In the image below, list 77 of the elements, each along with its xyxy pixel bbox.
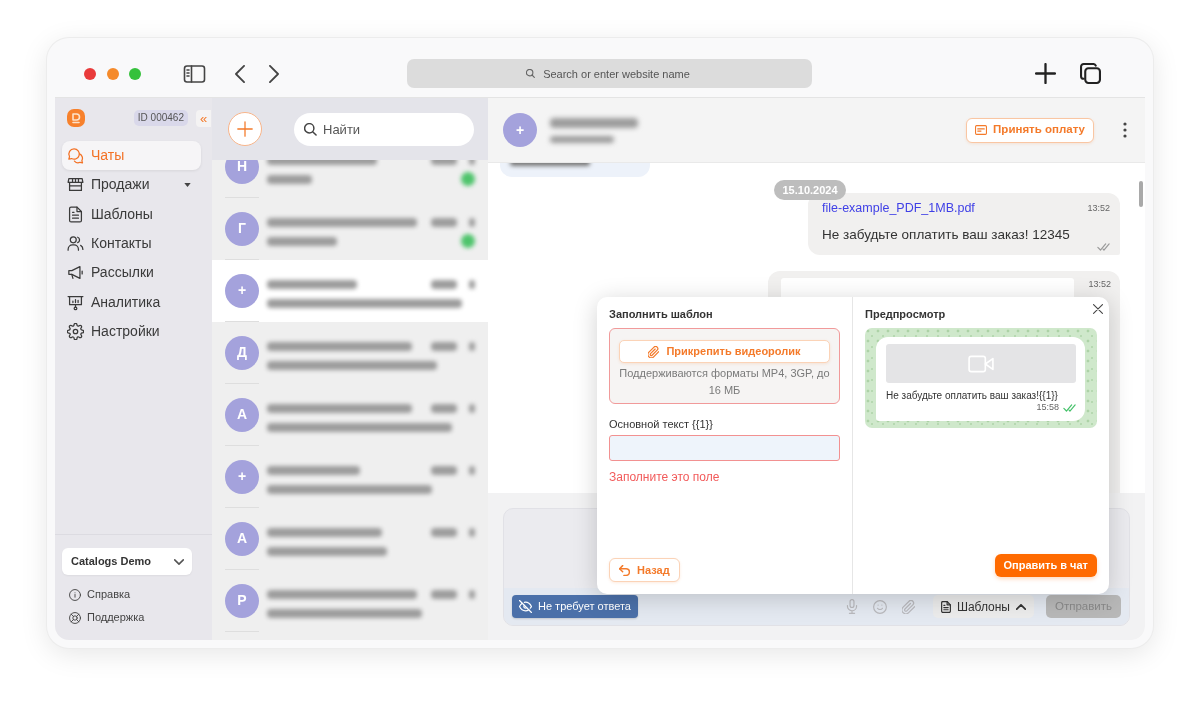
account-id-label: ID 000462 (133, 110, 188, 126)
avatar: Р (225, 583, 259, 618)
sidebar-item[interactable]: Аналитика (62, 287, 201, 317)
info-icon (69, 588, 81, 601)
text-input[interactable] (609, 435, 840, 461)
chat-list-item[interactable]: + (212, 260, 488, 322)
chat-bubbles-icon (67, 147, 84, 165)
attach-video-button[interactable]: Прикрепить видеоролик (619, 340, 830, 363)
more-icon[interactable] (1123, 122, 1127, 138)
scrollbar-thumb[interactable] (1139, 181, 1143, 207)
caret-down-icon (184, 182, 191, 187)
window-control-icon[interactable] (129, 67, 141, 80)
message-text: Не забудьте оплатить ваш заказ! 12345 (822, 226, 1071, 243)
document-icon (67, 205, 84, 223)
paperclip-icon[interactable] (901, 599, 915, 614)
send-to-chat-button[interactable]: Оправить в чат (994, 554, 1097, 577)
search-icon (526, 69, 535, 78)
message-text: Не забудьте оплатить ваш заказ!{{1}} (886, 390, 1059, 402)
window-control-icon[interactable] (107, 67, 119, 80)
tabs-icon[interactable] (1079, 63, 1102, 84)
popup-title: Заполнить шаблон (609, 308, 714, 321)
sidebar-item[interactable]: Шаблоны (62, 199, 201, 229)
sidebar-item[interactable]: Чаты (62, 141, 201, 171)
avatar: Г (225, 211, 259, 246)
address-bar[interactable]: Search or enter website name (407, 59, 812, 88)
avatar: А (225, 397, 259, 432)
plus-icon (237, 121, 253, 137)
card-icon (975, 125, 988, 135)
forward-icon[interactable] (269, 64, 279, 83)
document-icon (940, 600, 951, 613)
avatar: + (225, 459, 259, 494)
logo-icon (67, 109, 85, 127)
footer-link[interactable]: Поддержка (62, 606, 145, 629)
message-time: 13:52 (1087, 201, 1110, 215)
sidebar-item[interactable]: Контакты (62, 228, 201, 259)
popup-title: Предпросмотр (865, 308, 946, 321)
avatar: + (225, 273, 259, 308)
message-time: 15:58 (1036, 402, 1059, 413)
footer-link[interactable]: Справка (62, 583, 131, 606)
date-label: 15.10.2024 (774, 180, 846, 200)
sidebar-toggle-icon[interactable] (183, 64, 206, 83)
close-icon[interactable] (1093, 304, 1103, 314)
back-icon[interactable] (235, 64, 245, 83)
paperclip-icon (648, 345, 660, 358)
window-control-icon[interactable] (84, 67, 96, 80)
sidebar-item[interactable]: Рассылки (62, 258, 201, 288)
payment-button[interactable]: Принять оплату (966, 117, 1094, 143)
avatar: Д (225, 335, 259, 370)
templates-button[interactable]: Шаблоны (932, 595, 1034, 618)
field-label: Основной текст {{1}} (609, 418, 714, 431)
message-time: 13:52 (1088, 277, 1111, 291)
gear-icon (67, 322, 84, 340)
people-icon (67, 235, 84, 253)
video-camera-icon (968, 354, 994, 373)
avatar: А (225, 521, 259, 556)
undo-arrow-icon (619, 564, 630, 576)
eye-off-icon (519, 600, 532, 613)
attachment-hint: Поддерживаются форматы MP4, 3GP, до 16 МБ (619, 366, 830, 398)
storefront-icon (67, 176, 84, 194)
error-message: Заполните это поле (609, 470, 721, 484)
chevron-down-icon (174, 558, 184, 565)
presentation-board-icon (67, 293, 84, 311)
no-reply-button[interactable]: Не требует ответа (512, 595, 638, 618)
megaphone-icon (67, 264, 84, 282)
collapse-button[interactable]: « (196, 109, 211, 127)
avatar: Н (225, 160, 259, 184)
new-chat-button[interactable] (228, 112, 262, 146)
avatar: + (503, 113, 537, 147)
plus-icon[interactable] (1035, 63, 1056, 84)
back-button[interactable]: Назад (609, 558, 680, 582)
workspace-select[interactable]: Catalogs Demo (62, 548, 192, 575)
sidebar-item[interactable]: Настройки (62, 316, 201, 347)
search-icon (304, 122, 317, 136)
file-link[interactable]: file-example_PDF_1MB.pdf (822, 199, 975, 218)
lifebuoy-icon (69, 611, 81, 624)
sidebar-item[interactable]: Продажи (62, 170, 201, 200)
search-field[interactable]: Найти (294, 112, 474, 146)
